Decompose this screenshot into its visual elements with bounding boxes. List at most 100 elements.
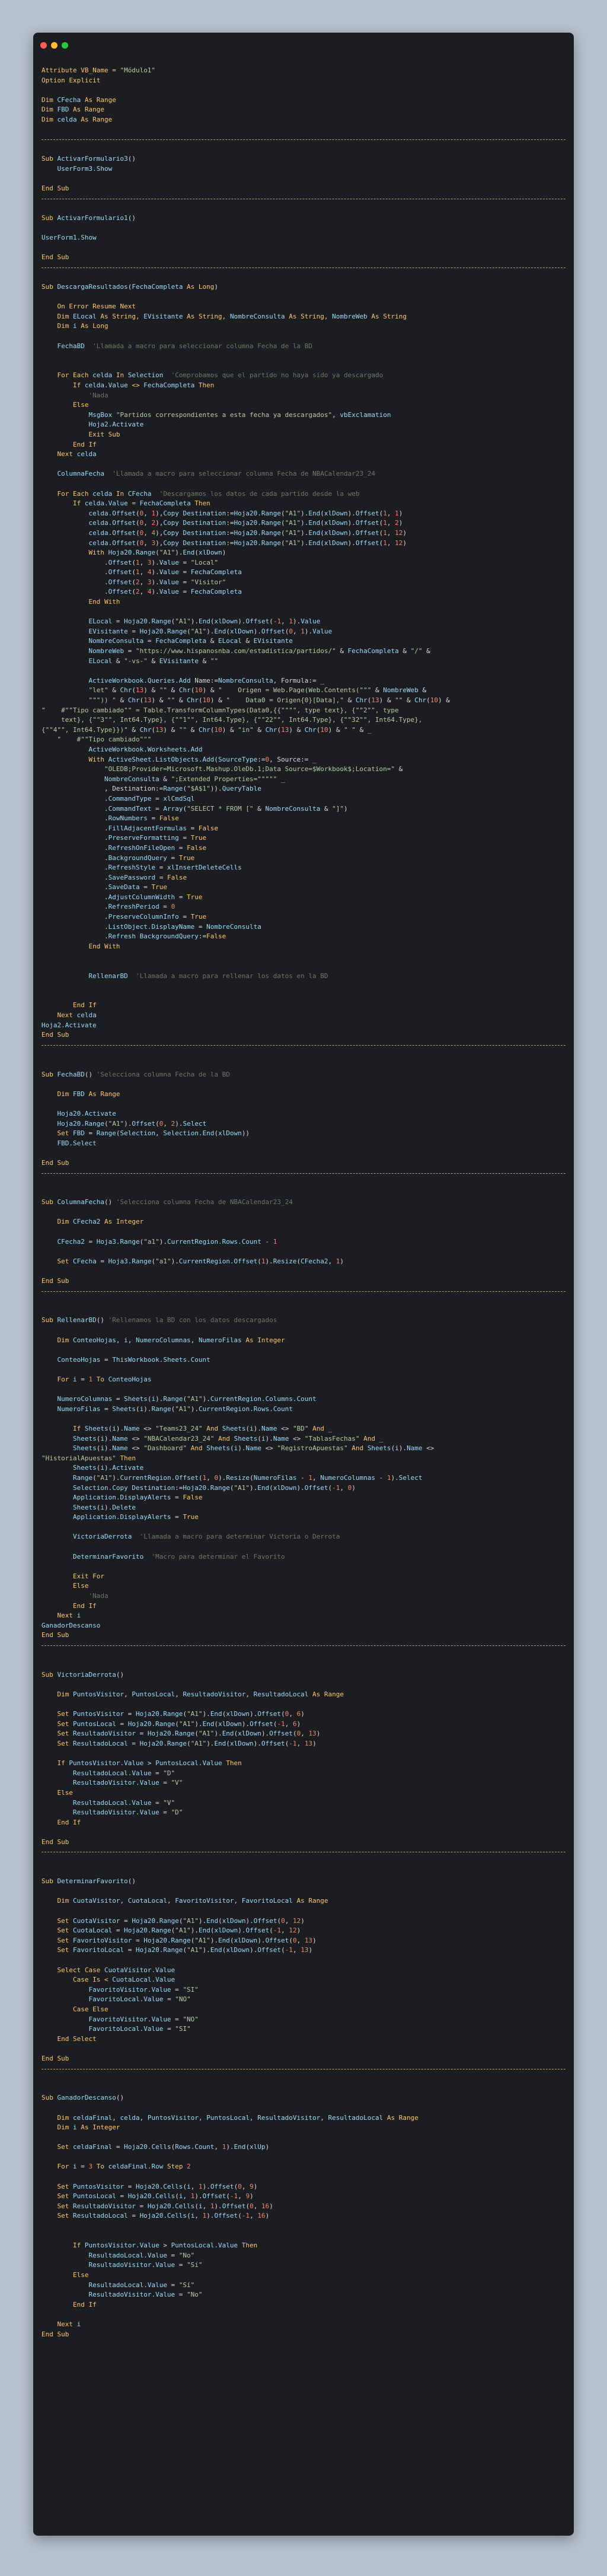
code-token: , [332, 410, 340, 419]
code-token: "No" [178, 2251, 195, 2259]
code-token: 1 [135, 558, 140, 566]
code-line: Sub GanadorDescanso() [41, 2093, 566, 2103]
code-token: Copy Destination [163, 509, 226, 517]
code-token: ResultadoLocal [72, 2212, 128, 2220]
code-token: NombreWeb [383, 686, 418, 695]
window-titlebar [33, 33, 574, 49]
code-token: = [171, 1494, 183, 1502]
code-token: PuntosVisitor [72, 1690, 124, 1698]
code-token: Chr [139, 725, 152, 734]
code-token: CFecha2 [72, 1218, 101, 1226]
code-token: ). [257, 1936, 266, 1944]
code-token: & [116, 696, 128, 704]
code-line: Set ResultadoLocal = Hoja20.Cells(i, 1).… [41, 2211, 566, 2221]
code-line: .FillAdjacentFormulas = False [41, 824, 566, 834]
code-token: ). [398, 1444, 407, 1453]
code-line: ResultadoVisitor.Value = "V" [41, 1778, 566, 1788]
close-window-icon[interactable] [40, 42, 47, 49]
code-token: Set [41, 1257, 73, 1265]
code-token: Dim [41, 95, 57, 104]
code-token: Sheets [72, 1434, 97, 1443]
code-line: Case Else [41, 2005, 566, 2015]
code-token: 13 [301, 1946, 309, 1954]
code-token: Hoja20.Range [132, 1916, 179, 1925]
code-token: & [147, 657, 159, 665]
code-token: <> [422, 1444, 435, 1453]
code-token: "Sí" [187, 2261, 203, 2269]
code-token: PuntosLocal.Value [171, 2241, 238, 2250]
code-token: = [124, 1946, 136, 1954]
code-token: FechaCompleta [190, 588, 242, 596]
code-token: PuntosVisitor [72, 2182, 124, 2190]
code-token: & [336, 647, 348, 655]
code-line: End Sub [41, 1631, 566, 1641]
code-token: If [41, 1424, 85, 1432]
code-token: As String, [285, 312, 333, 320]
code-line: Else [41, 1788, 566, 1798]
code-token: As Long [183, 283, 215, 291]
code-token: "A1" [96, 1473, 113, 1482]
code-token: CuotaLocal.Value [112, 1976, 175, 1984]
code-token: "NBACalendar23_24" [143, 1434, 215, 1443]
code-line: FavoritoLocal.Value = "SI" [41, 2024, 566, 2034]
code-token: End [198, 1927, 210, 1935]
code-editor[interactable]: Attribute VB_Name = "Módulo1" Option Expl… [41, 66, 566, 2339]
code-token: False [167, 873, 187, 881]
code-token: i [112, 1424, 116, 1432]
code-token: := [226, 509, 234, 517]
code-token: Range [163, 785, 183, 793]
code-token: Offset [210, 2182, 234, 2190]
code-token: ). [214, 1730, 222, 1738]
code-token: PuntosLocal [72, 1720, 116, 1728]
code-token: Sub [41, 1316, 57, 1324]
code-token: ELocal [72, 312, 97, 320]
code-line: If celda.Value = FechaCompleta Then [41, 499, 566, 509]
code-token: i [72, 2123, 77, 2132]
code-token: ). [175, 549, 183, 557]
code-token: ), [155, 528, 164, 537]
code-token: Sub [41, 155, 57, 163]
code-token: ( [229, 1444, 234, 1453]
code-token: . [41, 903, 108, 911]
code-token: " #""Tipo cambiado"" = Table.TransformCo… [41, 706, 399, 714]
code-token: Rows.Count [175, 2143, 215, 2151]
code-token: xlDown [234, 1936, 258, 1944]
code-line: Sub FechaBD() 'Selecciona columna Fecha … [41, 1070, 566, 1080]
code-token: FBD [57, 106, 69, 114]
code-token: celda [76, 450, 97, 458]
code-token: 'Llamada a macro para seleccionar column… [104, 470, 375, 478]
code-token: Select [398, 1473, 423, 1482]
code-token: Set [41, 1739, 73, 1747]
maximize-window-icon[interactable] [62, 42, 68, 49]
code-line: Select Case CuotaVisitor.Value [41, 1966, 566, 1976]
code-token: Copy Destination [163, 519, 226, 527]
code-line: Application.DisplayAlerts = True [41, 1513, 566, 1523]
code-token: End With [41, 598, 120, 606]
code-token: = [171, 1985, 183, 1994]
code-token: := [198, 932, 207, 941]
minimize-window-icon[interactable] [51, 42, 57, 49]
code-token: "A1" [285, 509, 301, 517]
code-token: ) [301, 1710, 305, 1718]
code-token: & [108, 686, 120, 695]
code-token: FBD [72, 1090, 85, 1098]
code-token: "A1" [108, 1119, 124, 1128]
code-token: Name [112, 1444, 128, 1453]
code-token: = [151, 1798, 164, 1807]
code-token: = [116, 2192, 128, 2201]
code-token: ( [132, 588, 136, 596]
code-token: EVisitante [159, 657, 199, 665]
code-token: ). [226, 2143, 234, 2151]
code-token: 13 [143, 696, 152, 704]
